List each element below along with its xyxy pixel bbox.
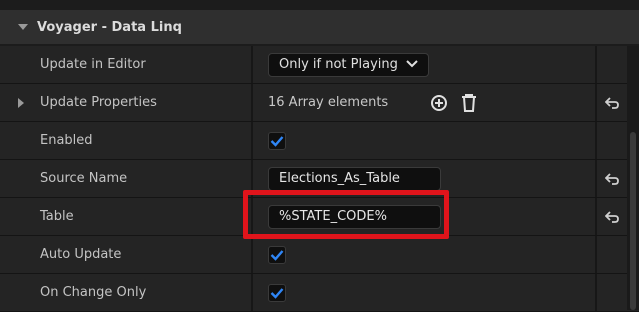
column-divider [595,46,597,83]
scrollbar-thumb[interactable] [630,132,636,310]
section-title: Voyager - Data Linq [37,19,182,35]
column-divider [595,122,597,159]
chevron-down-icon [406,58,418,71]
property-rows: Update in Editor Only if not Playing Upd… [0,46,639,312]
property-label: Source Name [40,171,128,186]
dropdown-value: Only if not Playing [279,57,398,72]
on-change-only-checkbox[interactable] [268,283,286,302]
property-row-on-change-only: On Change Only [0,274,639,312]
checkmark-icon [270,287,284,299]
scrollbar[interactable] [627,46,639,310]
source-name-input[interactable] [268,166,441,191]
property-label: Table [40,209,74,224]
property-row-enabled: Enabled [0,122,639,160]
expand-caret-icon[interactable] [18,97,24,108]
checkmark-icon [270,135,284,147]
update-in-editor-dropdown[interactable]: Only if not Playing [268,52,429,77]
auto-update-checkbox[interactable] [268,245,286,264]
array-count: 16 Array elements [268,95,389,110]
add-element-icon[interactable] [428,92,450,114]
property-label-expander[interactable]: Update Properties [0,84,251,121]
property-row-auto-update: Auto Update [0,236,639,274]
reset-to-default-icon[interactable] [597,198,627,235]
enabled-checkbox[interactable] [268,131,286,150]
details-panel: Voyager - Data Linq Update in Editor Onl… [0,0,639,312]
checkmark-icon [270,249,284,261]
property-row-update-properties: Update Properties 16 Array elements [0,84,639,122]
column-divider [595,236,597,273]
highlight-box [243,190,449,239]
property-label: Enabled [40,133,93,148]
column-divider [595,274,597,311]
property-label: Update in Editor [40,57,146,72]
property-label: On Change Only [40,285,147,300]
collapse-caret-icon[interactable] [18,24,28,30]
section-header[interactable]: Voyager - Data Linq [0,10,639,44]
trash-icon[interactable] [458,92,480,114]
property-label: Auto Update [40,247,122,262]
property-label: Update Properties [40,95,157,110]
property-row-update-in-editor: Update in Editor Only if not Playing [0,46,639,84]
reset-to-default-icon[interactable] [597,84,627,121]
reset-to-default-icon[interactable] [597,160,627,197]
